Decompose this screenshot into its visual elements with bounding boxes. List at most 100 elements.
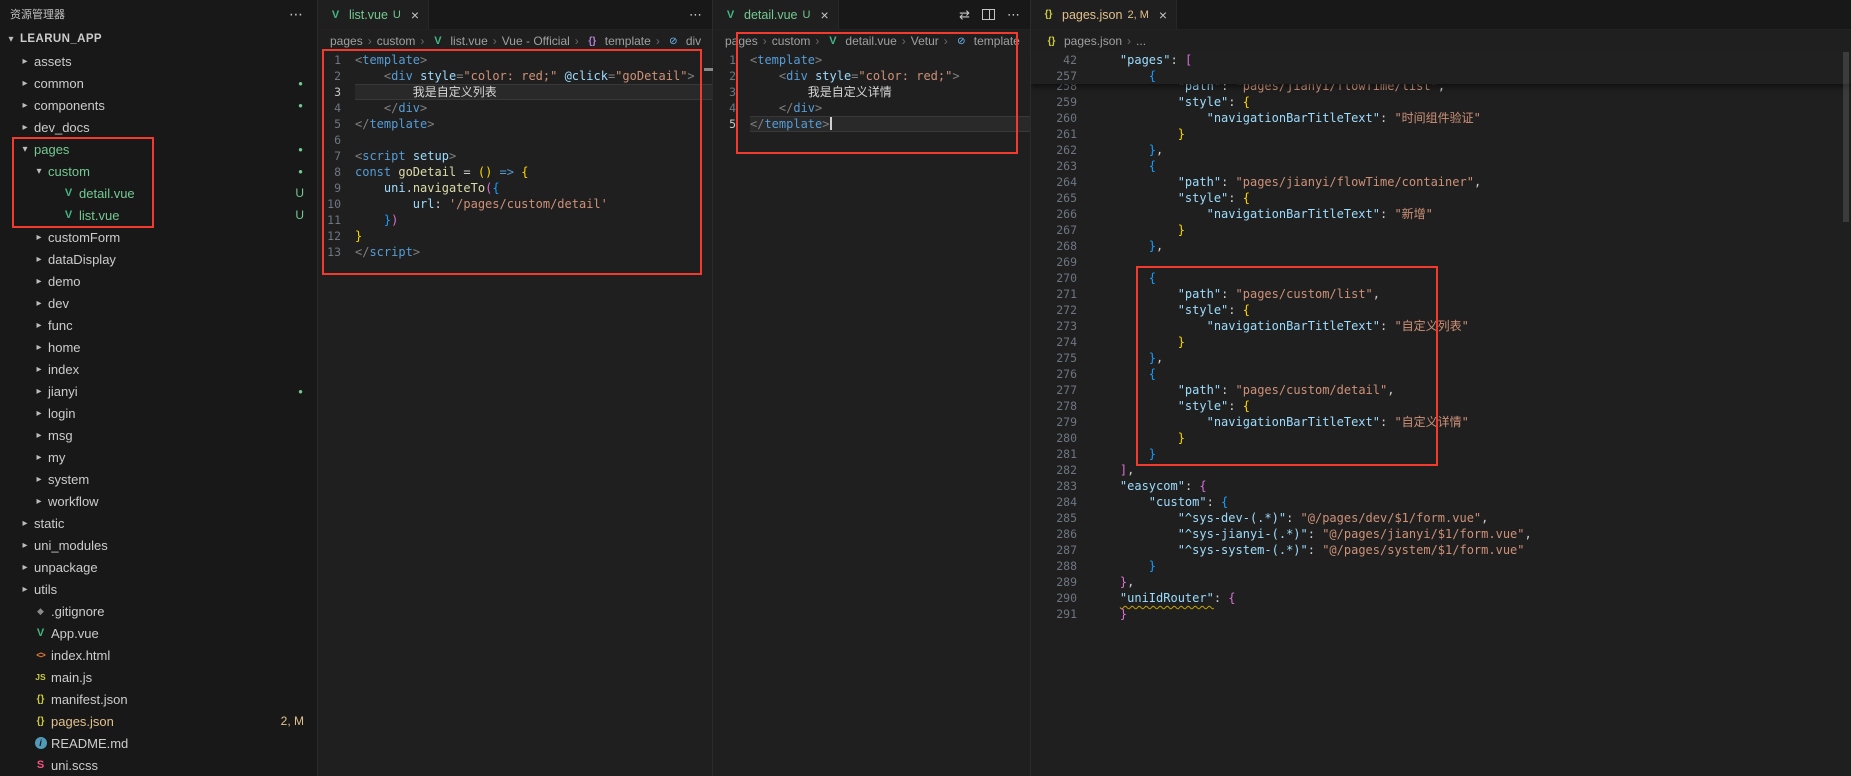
folder-item-system[interactable]: ▸system [0, 468, 317, 490]
chevron-right-icon[interactable]: ▸ [18, 56, 32, 67]
close-icon[interactable]: × [1159, 8, 1167, 22]
file-item-pages.json[interactable]: {}pages.json2, M [0, 710, 317, 732]
file-item-App.vue[interactable]: VApp.vue [0, 622, 317, 644]
file-item-list.vue[interactable]: Vlist.vueU [0, 204, 317, 226]
folder-item-assets[interactable]: ▸assets [0, 50, 317, 72]
file-item-README.md[interactable]: iREADME.md [0, 732, 317, 754]
folder-item-unpackage[interactable]: ▸unpackage [0, 556, 317, 578]
file-item-index.html[interactable]: <>index.html [0, 644, 317, 666]
code-token: @click [565, 69, 608, 83]
chevron-right-icon[interactable]: ▸ [32, 276, 46, 287]
folder-item-custom[interactable]: ▾custom● [0, 160, 317, 182]
tree-item-label: dev [48, 296, 69, 311]
breadcrumb-item-pages[interactable]: pages [330, 34, 363, 48]
folder-item-pages[interactable]: ▾pages● [0, 138, 317, 160]
chevron-right-icon[interactable]: ▸ [18, 122, 32, 133]
breadcrumb-item-detail.vue[interactable]: Vdetail.vue [824, 34, 896, 48]
folder-item-uni_modules[interactable]: ▸uni_modules [0, 534, 317, 556]
tab-detail-vue[interactable]: V detail.vue U × [713, 0, 839, 29]
code-token: "时间组件验证" [1394, 111, 1480, 125]
chevron-right-icon[interactable]: ▸ [32, 232, 46, 243]
breadcrumb-item-custom[interactable]: custom [772, 34, 811, 48]
git-modified-dot: ● [298, 387, 303, 396]
chevron-right-icon[interactable]: ▸ [18, 562, 32, 573]
breadcrumb-item-pages[interactable]: pages [725, 34, 758, 48]
folder-item-dataDisplay[interactable]: ▸dataDisplay [0, 248, 317, 270]
breadcrumb-item-Vue---Official[interactable]: Vue - Official [502, 34, 570, 48]
chevron-right-icon[interactable]: ▸ [32, 320, 46, 331]
folder-item-jianyi[interactable]: ▸jianyi● [0, 380, 317, 402]
close-icon[interactable]: × [411, 8, 419, 22]
folder-item-customForm[interactable]: ▸customForm [0, 226, 317, 248]
chevron-right-icon[interactable]: ▸ [18, 584, 32, 595]
breadcrumb-item-div[interactable]: ⊘div [665, 34, 701, 48]
breadcrumb-item-template[interactable]: {}template [584, 34, 651, 48]
compare-editor-button[interactable]: ⇄ [959, 7, 970, 23]
folder-item-index[interactable]: ▸index [0, 358, 317, 380]
chevron-right-icon[interactable]: ▸ [32, 496, 46, 507]
code-lines: 258 "path": "pages/jianyi/flowTime/list"… [1031, 78, 1851, 622]
close-icon[interactable]: × [820, 8, 828, 22]
more-editor-button[interactable]: ⋯ [1007, 7, 1020, 23]
code-token: script [362, 149, 405, 163]
folder-item-components[interactable]: ▸components● [0, 94, 317, 116]
folder-item-login[interactable]: ▸login [0, 402, 317, 424]
folder-item-common[interactable]: ▸common● [0, 72, 317, 94]
chevron-right-icon[interactable]: ▸ [32, 430, 46, 441]
folder-item-static[interactable]: ▸static [0, 512, 317, 534]
chevron-right-icon[interactable]: ▸ [18, 100, 32, 111]
folder-item-demo[interactable]: ▸demo [0, 270, 317, 292]
code-editor-detail-vue[interactable]: 1<template>2 <div style="color: red;">3 … [713, 52, 1030, 776]
breadcrumb-item-...[interactable]: ... [1136, 34, 1146, 48]
chevron-right-icon[interactable]: ▸ [32, 254, 46, 265]
code-token: () [478, 165, 492, 179]
more-editor-button[interactable]: ⋯ [689, 7, 702, 23]
tab-list-vue[interactable]: V list.vue U × [318, 0, 429, 29]
file-item-main.js[interactable]: JSmain.js [0, 666, 317, 688]
breadcrumb-item-custom[interactable]: custom [377, 34, 416, 48]
chevron-down-icon[interactable]: ▾ [32, 166, 46, 177]
more-actions-icon[interactable]: ⋯ [289, 6, 303, 23]
file-item-manifest.json[interactable]: {}manifest.json [0, 688, 317, 710]
chevron-right-icon[interactable]: ▸ [32, 342, 46, 353]
scrollbar-thumb[interactable] [1843, 52, 1849, 222]
code-token [1091, 367, 1149, 381]
file-item-uni.scss[interactable]: Suni.scss [0, 754, 317, 776]
chevron-right-icon[interactable]: ▸ [32, 452, 46, 463]
folder-item-home[interactable]: ▸home [0, 336, 317, 358]
code-line-261: 261 } [1031, 126, 1851, 142]
breadcrumb-item-list.vue[interactable]: Vlist.vue [429, 34, 487, 48]
split-editor-button[interactable] [982, 9, 995, 20]
chevron-right-icon[interactable]: ▸ [32, 386, 46, 397]
code-editor-pages-json[interactable]: 42 "pages": [257 { 258 "path": "pages/ji… [1031, 52, 1851, 776]
folder-item-func[interactable]: ▸func [0, 314, 317, 336]
folder-item-utils[interactable]: ▸utils [0, 578, 317, 600]
code-text: "style": { [1091, 94, 1851, 110]
code-token: "navigationBarTitleText" [1207, 207, 1380, 221]
chevron-down-icon[interactable]: ▾ [4, 34, 18, 45]
chevron-right-icon[interactable]: ▸ [18, 78, 32, 89]
chevron-right-icon[interactable]: ▸ [32, 408, 46, 419]
chevron-right-icon[interactable]: ▸ [18, 518, 32, 529]
breadcrumb-item-template[interactable]: ⊘template [953, 34, 1020, 48]
breadcrumb-item-pages.json[interactable]: {}pages.json [1043, 34, 1122, 48]
tab-pages-json[interactable]: {} pages.json 2, M × [1031, 0, 1177, 29]
folder-item-my[interactable]: ▸my [0, 446, 317, 468]
chevron-right-icon[interactable]: ▸ [32, 298, 46, 309]
file-item-detail.vue[interactable]: Vdetail.vueU [0, 182, 317, 204]
breadcrumb-item-Vetur[interactable]: Vetur [911, 34, 939, 48]
chevron-right-icon[interactable]: ▸ [32, 474, 46, 485]
folder-item-LEARUN_APP[interactable]: ▾LEARUN_APP [0, 28, 317, 50]
folder-item-msg[interactable]: ▸msg [0, 424, 317, 446]
code-token: : [1228, 399, 1242, 413]
folder-item-dev[interactable]: ▸dev [0, 292, 317, 314]
folder-item-workflow[interactable]: ▸workflow [0, 490, 317, 512]
chevron-down-icon[interactable]: ▾ [18, 144, 32, 155]
chevron-right-icon[interactable]: ▸ [18, 540, 32, 551]
chevron-right-icon[interactable]: ▸ [32, 364, 46, 375]
folder-item-dev_docs[interactable]: ▸dev_docs [0, 116, 317, 138]
file-item-.gitignore[interactable]: ◆.gitignore [0, 600, 317, 622]
code-editor-list-vue[interactable]: 1<template>2 <div style="color: red;" @c… [318, 52, 712, 776]
code-text: "navigationBarTitleText": "时间组件验证" [1091, 110, 1851, 126]
code-line-281: 281 } [1031, 446, 1851, 462]
